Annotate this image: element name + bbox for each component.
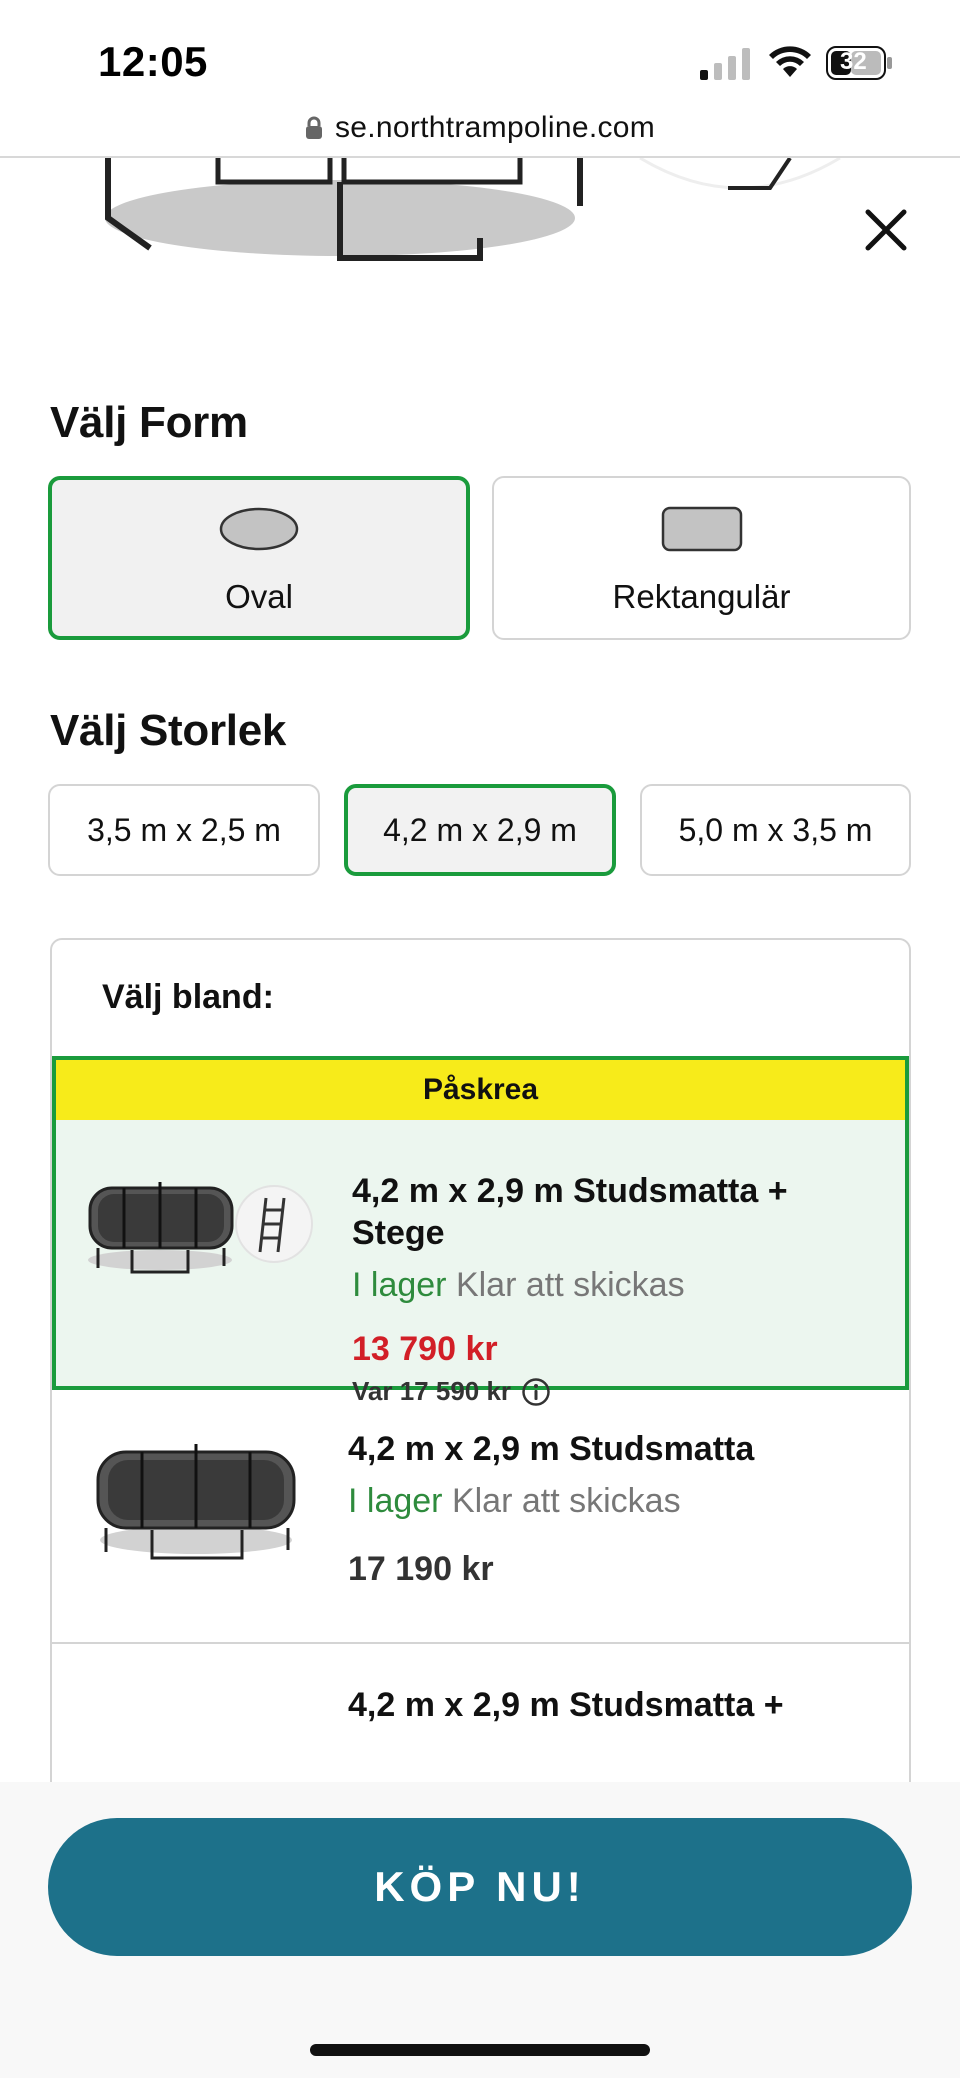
shape-option-label: Oval xyxy=(225,578,293,615)
shape-option-label: Rektangulär xyxy=(612,578,791,615)
form-section-title: Välj Form xyxy=(50,398,248,447)
status-bar: 12:05 32 xyxy=(0,0,960,100)
variant-item-trampoline[interactable]: 4,2 m x 2,9 m Studsmatta I lager Klar at… xyxy=(52,1390,909,1644)
variant-name: 4,2 m x 2,9 m Studsmatta + xyxy=(348,1686,784,1724)
variant-name-line: Stege xyxy=(352,1214,445,1252)
sale-price: 13 790 kr xyxy=(352,1330,498,1368)
stock-status: I lager Klar att skickas xyxy=(348,1482,681,1521)
size-option-3-5x2-5[interactable]: 3,5 m x 2,5 m xyxy=(48,784,320,876)
shipping-label: Klar att skickas xyxy=(451,1482,681,1520)
variant-name: 4,2 m x 2,9 m Studsmatta + Stege xyxy=(352,1170,788,1254)
close-icon[interactable] xyxy=(862,206,910,254)
promo-badge: Påskrea xyxy=(56,1060,905,1120)
stock-status: I lager Klar att skickas xyxy=(352,1266,685,1305)
status-time: 12:05 xyxy=(98,38,208,85)
address-bar[interactable]: se.northtrampoline.com xyxy=(0,100,960,156)
shipping-label: Klar att skickas xyxy=(455,1266,685,1304)
wifi-icon xyxy=(769,46,811,77)
variant-item-trampoline-ladder[interactable]: Påskrea 4,2 m x 2,9 m Studsmatta + Stege… xyxy=(52,1056,909,1406)
battery-level: 32 xyxy=(840,48,867,75)
url-text: se.northtrampoline.com xyxy=(334,111,656,144)
size-option-5-0x3-5[interactable]: 5,0 m x 3,5 m xyxy=(640,784,911,876)
size-option-4-2x2-9[interactable]: 4,2 m x 2,9 m xyxy=(344,784,616,876)
in-stock-label: I lager xyxy=(352,1266,447,1304)
cellular-signal-icon xyxy=(700,48,750,80)
oval-shape-icon xyxy=(219,507,299,551)
size-section-title: Välj Storlek xyxy=(50,706,287,755)
price: 17 190 kr xyxy=(348,1550,494,1588)
product-hero-image xyxy=(0,158,960,278)
product-thumbnail-trampoline xyxy=(96,1444,296,1560)
shape-option-oval[interactable]: Oval xyxy=(48,476,470,640)
shape-option-rectangular[interactable]: Rektangulär xyxy=(492,476,911,640)
variant-list-title: Välj bland: xyxy=(102,978,274,1016)
product-thumbnail-trampoline-ladder xyxy=(88,1182,313,1274)
variant-name: 4,2 m x 2,9 m Studsmatta xyxy=(348,1430,755,1468)
lock-icon xyxy=(305,116,322,139)
battery-icon: 32 xyxy=(826,46,894,80)
home-indicator xyxy=(310,2044,650,2056)
variant-name-line: 4,2 m x 2,9 m Studsmatta + xyxy=(352,1172,788,1210)
buy-now-button[interactable]: KÖP NU! xyxy=(48,1818,912,1956)
rectangle-shape-icon xyxy=(661,506,742,552)
in-stock-label: I lager xyxy=(348,1482,443,1520)
sticky-bottom-bar: KÖP NU! xyxy=(0,1782,960,2078)
